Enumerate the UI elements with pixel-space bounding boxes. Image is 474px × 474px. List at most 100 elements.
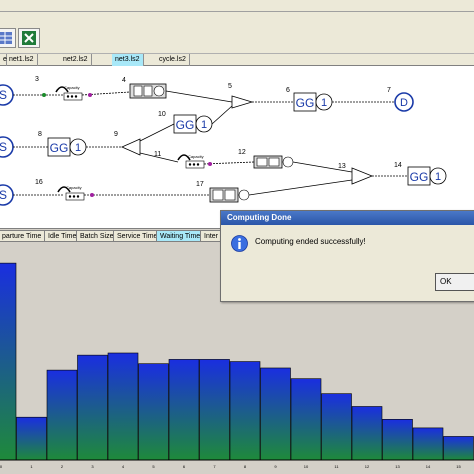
tick-label-12: 12: [365, 464, 370, 469]
node-label-4: 4: [122, 77, 126, 84]
dialog-message: Computing ended successfully!: [255, 237, 366, 246]
svg-text:GG: GG: [50, 141, 69, 155]
svg-text:S: S: [0, 140, 7, 154]
bar-9: [260, 367, 291, 461]
grid-button[interactable]: [0, 28, 16, 48]
tab-waiting-time[interactable]: Waiting Time: [156, 230, 205, 242]
svg-text:1: 1: [75, 142, 81, 154]
node-label-16: 16: [35, 179, 43, 186]
tab-net3[interactable]: net3.ls2: [112, 54, 144, 66]
svg-text:Capacity: Capacity: [66, 185, 82, 190]
tick-label-7: 7: [213, 464, 216, 469]
sink-node-7[interactable]: D: [394, 92, 414, 112]
info-icon: [231, 235, 248, 252]
server-node-6[interactable]: GG 1: [293, 92, 333, 112]
ok-button[interactable]: OK: [435, 273, 474, 291]
bar-12: [351, 406, 383, 461]
tick-label-11: 11: [334, 464, 339, 469]
tick-label-5: 5: [152, 464, 155, 469]
file-tabs: e net1.ls2 net2.ls2 net3.ls2 cycle.ls2: [0, 54, 474, 66]
tick-label-10: 10: [304, 464, 309, 469]
bar-13: [382, 419, 413, 461]
svg-text:1: 1: [435, 171, 441, 183]
bar-10: [290, 378, 322, 461]
bar-11: [321, 393, 352, 461]
batch-node-12[interactable]: [253, 155, 294, 169]
node-label-12: 12: [238, 149, 246, 156]
node-label-14: 14: [394, 162, 402, 169]
bar-0: [0, 262, 17, 461]
node-label-7: 7: [387, 87, 391, 94]
tab-net1[interactable]: net1.ls2: [6, 54, 38, 66]
svg-text:GG: GG: [410, 170, 429, 184]
toolbar: [0, 12, 474, 54]
node-label-3: 3: [35, 76, 39, 83]
svg-text:1: 1: [201, 119, 207, 131]
node-label-10: 10: [158, 111, 166, 118]
network-diagram: S 3 Capacity 4 5 6 GG 1 7 D S 8 GG 1 9 1…: [0, 76, 447, 206]
svg-text:GG: GG: [176, 118, 195, 132]
dialog-title: Computing Done: [221, 211, 474, 225]
tick-label-0: 0: [0, 464, 3, 469]
source-node-2[interactable]: S: [0, 136, 14, 158]
tick-label-4: 4: [122, 464, 125, 469]
tick-label-6: 6: [183, 464, 186, 469]
bar-1: [16, 416, 47, 461]
split-node-9[interactable]: [121, 138, 141, 156]
tick-label-13: 13: [395, 464, 400, 469]
node-label-6: 6: [286, 87, 290, 94]
tab-batch-size[interactable]: Batch Size: [76, 230, 118, 242]
tick-label-3: 3: [91, 464, 94, 469]
bar-2: [46, 369, 78, 461]
tick-label-1: 1: [30, 464, 33, 469]
svg-text:GG: GG: [296, 96, 315, 110]
svg-text:1: 1: [321, 97, 327, 109]
source-node-3[interactable]: S: [0, 184, 14, 206]
tab-idle-time[interactable]: Idle Time: [44, 230, 81, 242]
node-label-13: 13: [338, 163, 346, 170]
svg-text:S: S: [0, 188, 7, 202]
bar-5: [138, 363, 169, 461]
tab-departure-time[interactable]: parture Time: [0, 230, 46, 242]
bar-15: [443, 436, 474, 461]
tab-inter[interactable]: Inter: [200, 230, 223, 242]
tick-label-15: 15: [456, 464, 461, 469]
tab-net2[interactable]: net2.ls2: [60, 54, 92, 66]
source-node-1[interactable]: S: [0, 84, 14, 106]
node-label-17: 17: [196, 181, 204, 188]
tick-label-9: 9: [274, 464, 277, 469]
bar-8: [229, 361, 261, 461]
capacity-node-3[interactable]: Capacity: [55, 85, 83, 101]
export-excel-button[interactable]: [18, 28, 40, 48]
svg-text:Capacity: Capacity: [64, 85, 80, 90]
tick-label-2: 2: [61, 464, 64, 469]
capacity-node-16[interactable]: Capacity: [57, 185, 85, 201]
tick-label-14: 14: [426, 464, 431, 469]
node-label-5: 5: [228, 83, 232, 90]
tab-cycle[interactable]: cycle.ls2: [156, 54, 190, 66]
merge-node-13[interactable]: [351, 167, 374, 185]
merge-node-5[interactable]: [231, 95, 254, 109]
server-node-10[interactable]: GG 1: [173, 114, 213, 134]
bar-7: [199, 359, 230, 461]
node-label-8: 8: [38, 131, 42, 138]
bar-4: [107, 352, 139, 461]
tab-service-time[interactable]: Service Time: [113, 230, 162, 242]
server-node-8[interactable]: GG 1: [47, 137, 87, 157]
network-canvas[interactable]: S 3 Capacity 4 5 6 GG 1 7 D S 8 GG 1 9 1…: [0, 66, 474, 228]
computing-done-dialog: Computing Done Computing ended successfu…: [220, 210, 474, 302]
app-window: e net1.ls2 net2.ls2 net3.ls2 cycle.ls2 S…: [0, 0, 474, 474]
bar-6: [168, 359, 200, 461]
node-label-9: 9: [114, 131, 118, 138]
svg-text:Capacity: Capacity: [188, 154, 204, 159]
svg-text:S: S: [0, 88, 7, 102]
svg-text:D: D: [400, 97, 408, 109]
capacity-node-11[interactable]: Capacity: [177, 154, 205, 169]
batch-node-4[interactable]: [129, 83, 167, 99]
batch-node-17[interactable]: [209, 187, 250, 203]
server-node-14[interactable]: GG 1: [407, 166, 447, 186]
bar-14: [412, 427, 444, 461]
excel-icon: [22, 31, 36, 45]
title-bar: [0, 0, 474, 12]
bar-3: [77, 354, 108, 461]
